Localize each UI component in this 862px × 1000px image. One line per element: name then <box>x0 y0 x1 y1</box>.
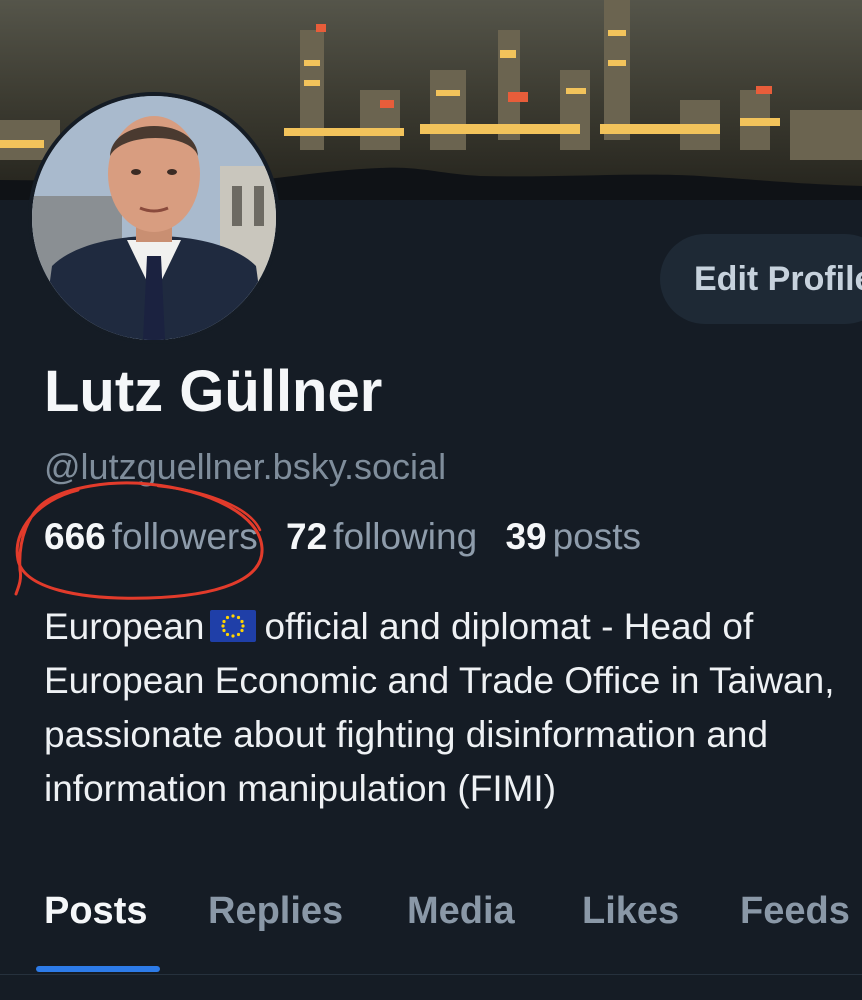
bio-line-1: European official and diplomat - Head of <box>44 600 862 654</box>
display-name: Lutz Güllner <box>44 359 383 424</box>
following-count: 72 <box>286 516 328 557</box>
edit-profile-button[interactable]: Edit Profile <box>660 234 862 324</box>
active-tab-indicator <box>36 966 160 972</box>
bio-text: European <box>44 606 205 647</box>
posts-stat: 39 posts <box>505 516 641 558</box>
tab-media[interactable]: Media <box>407 890 515 933</box>
followers-label: followers <box>111 516 258 557</box>
tab-likes[interactable]: Likes <box>582 890 679 933</box>
profile-bio: European official and diplomat - Head of … <box>44 600 862 816</box>
avatar-photo <box>32 96 276 340</box>
tab-replies[interactable]: Replies <box>208 890 343 933</box>
tab-posts[interactable]: Posts <box>44 890 147 933</box>
posts-count: 39 <box>505 516 547 557</box>
avatar[interactable] <box>28 92 280 344</box>
followers-link[interactable]: 666 followers <box>44 516 258 558</box>
eu-flag-icon <box>210 610 257 642</box>
profile-stats: 666 followers 72 following 39 posts <box>44 516 659 558</box>
profile-tabs: Posts Replies Media Likes Feeds <box>0 880 862 976</box>
following-link[interactable]: 72 following <box>286 516 477 558</box>
bio-line-4: information manipulation (FIMI) <box>44 768 557 809</box>
following-label: following <box>333 516 478 557</box>
bio-line-3: passionate about fighting disinformation… <box>44 714 769 755</box>
tab-feeds[interactable]: Feeds <box>740 890 850 933</box>
bio-text: official and diplomat - Head of <box>264 606 754 647</box>
profile-handle: @lutzguellner.bsky.social <box>44 446 447 487</box>
followers-count: 666 <box>44 516 106 557</box>
posts-label: posts <box>552 516 642 557</box>
bio-line-2: European Economic and Trade Office in Ta… <box>44 660 835 701</box>
tabs-divider <box>0 974 862 975</box>
